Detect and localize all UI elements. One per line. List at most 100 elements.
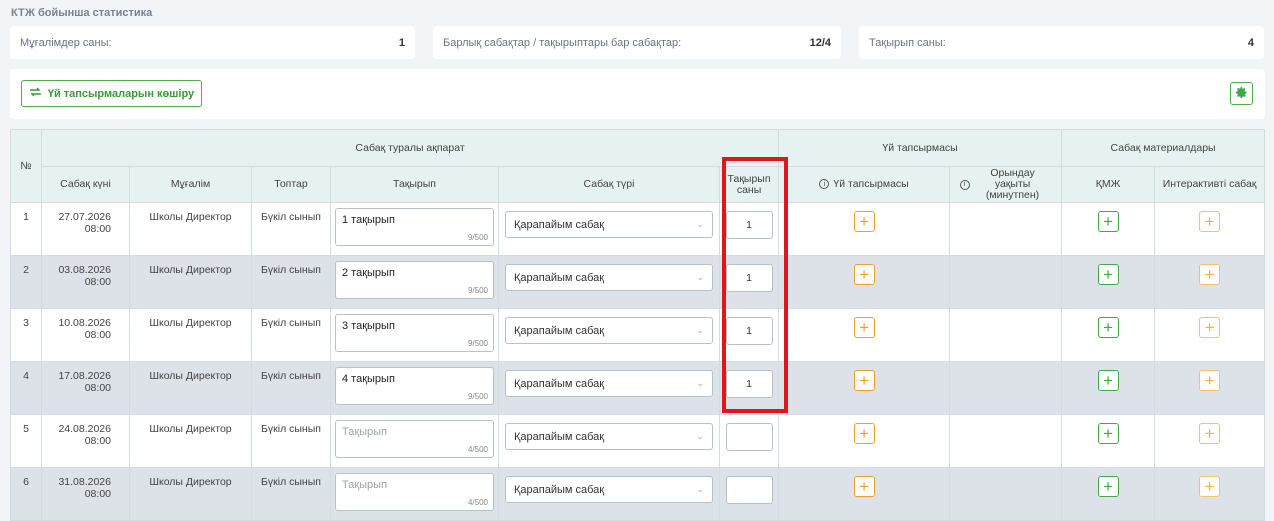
topic-count-value: 1	[746, 272, 752, 284]
lesson-type-select[interactable]: Қарапайым сабақ ⌄	[505, 370, 713, 397]
topic-cell: Тақырып 4/500	[330, 467, 499, 521]
lesson-type-select[interactable]: Қарапайым сабақ ⌄	[505, 211, 713, 238]
add-kmzh-button[interactable]: +	[1097, 264, 1119, 285]
lesson-type-cell: Қарапайым сабақ ⌄	[498, 467, 720, 521]
add-homework-button[interactable]: +	[853, 317, 875, 338]
topic-count-cell: 1	[718, 361, 780, 415]
col-lesson-type: Сабақ түрі	[498, 166, 720, 203]
topic-input[interactable]: Тақырып 4/500	[335, 420, 494, 458]
homework-cell: +	[778, 414, 951, 468]
lesson-type-select[interactable]: Қарапайым сабақ ⌄	[505, 423, 713, 450]
col-duration-label: Орындау уақыты (минутпен)	[985, 167, 1040, 201]
add-interactive-button[interactable]: +	[1199, 423, 1221, 444]
info-icon[interactable]: i	[819, 179, 830, 190]
topic-input[interactable]: 2 тақырып 9/500	[335, 261, 494, 299]
interactive-cell: +	[1154, 202, 1266, 256]
lesson-type-cell: Қарапайым сабақ ⌄	[498, 308, 720, 362]
topic-count-value: 1	[746, 325, 752, 337]
add-homework-button[interactable]: +	[853, 211, 875, 232]
topic-count-input[interactable]: 1	[725, 317, 773, 345]
table-row: 3 10.08.2026 08:00 Школы Директор Бүкіл сыны…	[10, 308, 1266, 362]
add-homework-button[interactable]: +	[853, 423, 875, 444]
add-interactive-button[interactable]: +	[1199, 264, 1221, 285]
col-topic: Тақырып	[330, 166, 499, 203]
add-interactive-button[interactable]: +	[1199, 370, 1221, 391]
lessons-table: № Сабақ туралы ақпарат Үй тапсырмасы Саб…	[10, 129, 1266, 521]
add-interactive-button[interactable]: +	[1199, 211, 1221, 232]
time-value: 08:00	[84, 435, 111, 447]
plus-icon: +	[859, 424, 870, 443]
copy-homework-button[interactable]: Үй тапсырмаларын көшіру	[21, 80, 202, 107]
add-kmzh-button[interactable]: +	[1097, 317, 1119, 338]
lesson-type-cell: Қарапайым сабақ ⌄	[498, 414, 720, 468]
add-kmzh-button[interactable]: +	[1097, 476, 1119, 497]
group-cell: Бүкіл сынып	[251, 255, 331, 309]
add-homework-button[interactable]: +	[853, 370, 875, 391]
homework-cell: +	[778, 202, 951, 256]
kmzh-cell: +	[1061, 361, 1156, 415]
plus-icon: +	[1103, 477, 1114, 496]
add-interactive-button[interactable]: +	[1199, 476, 1221, 497]
lesson-type-value: Қарапайым сабақ	[514, 324, 605, 337]
time-value: 08:00	[84, 382, 111, 394]
col-teacher: Мұғалім	[129, 166, 252, 203]
topic-count-input[interactable]: 1	[725, 264, 773, 292]
chevron-down-icon: ⌄	[696, 325, 704, 335]
date-value: 27.07.2026	[58, 211, 111, 223]
col-interactive: Интерактивті сабақ	[1154, 166, 1266, 203]
duration-cell	[949, 361, 1063, 415]
topic-count-input[interactable]	[725, 423, 773, 451]
settings-button[interactable]	[1230, 82, 1253, 105]
col-homework-label: Үй тапсырмасы	[833, 178, 909, 190]
plus-icon: +	[859, 265, 870, 284]
topic-text: Тақырып	[342, 479, 388, 491]
group-cell: Бүкіл сынып	[251, 467, 331, 521]
add-kmzh-button[interactable]: +	[1097, 370, 1119, 391]
topic-text: 4 тақырып	[342, 373, 395, 385]
chevron-down-icon: ⌄	[696, 484, 704, 494]
add-homework-button[interactable]: +	[853, 476, 875, 497]
topic-input[interactable]: Тақырып 4/500	[335, 473, 494, 511]
copy-homework-label: Үй тапсырмаларын көшіру	[47, 87, 195, 100]
topic-input[interactable]: 4 тақырып 9/500	[335, 367, 494, 405]
add-kmzh-button[interactable]: +	[1097, 211, 1119, 232]
col-topic-count: Тақырып саны	[718, 166, 780, 203]
table-row: 5 24.08.2026 08:00 Школы Директор Бүкіл сыны…	[10, 414, 1266, 468]
group-homework: Үй тапсырмасы	[778, 129, 1063, 167]
lesson-type-select[interactable]: Қарапайым сабақ ⌄	[505, 476, 713, 503]
lesson-type-select[interactable]: Қарапайым сабақ ⌄	[505, 264, 713, 291]
plus-icon: +	[1204, 318, 1215, 337]
col-homework: i Үй тапсырмасы	[778, 166, 951, 203]
char-counter: 4/500	[467, 498, 488, 507]
topic-count-input[interactable]	[725, 476, 773, 504]
stat-value: 4	[1247, 36, 1254, 49]
stat-teachers: Мұғалімдер саны: 1	[10, 26, 415, 59]
table-row: 1 27.07.2026 08:00 Школы Директор Бүкіл сыны…	[10, 202, 1266, 256]
add-interactive-button[interactable]: +	[1199, 317, 1221, 338]
lesson-type-value: Қарапайым сабақ	[514, 377, 605, 390]
topic-cell: 1 тақырып 9/500	[330, 202, 499, 256]
kmzh-cell: +	[1061, 308, 1156, 362]
add-homework-button[interactable]: +	[853, 264, 875, 285]
homework-cell: +	[778, 467, 951, 521]
info-icon[interactable]: i	[959, 179, 970, 190]
homework-cell: +	[778, 361, 951, 415]
topic-count-input[interactable]: 1	[725, 211, 773, 239]
toolbar: Үй тапсырмаларын көшіру	[10, 69, 1265, 119]
topic-count-input[interactable]: 1	[725, 370, 773, 398]
topic-count-cell: 1	[718, 255, 780, 309]
table-row: 6 31.08.2026 08:00 Школы Директор Бүкіл сыны…	[10, 467, 1266, 521]
topic-input[interactable]: 1 тақырып 9/500	[335, 208, 494, 246]
plus-icon: +	[1204, 265, 1215, 284]
add-kmzh-button[interactable]: +	[1097, 423, 1119, 444]
topic-input[interactable]: 3 тақырып 9/500	[335, 314, 494, 352]
table-row: 4 17.08.2026 08:00 Школы Директор Бүкіл сыны…	[10, 361, 1266, 415]
time-value: 08:00	[84, 488, 111, 500]
duration-cell	[949, 308, 1063, 362]
topic-cell: 3 тақырып 9/500	[330, 308, 499, 362]
duration-cell	[949, 255, 1063, 309]
lesson-type-select[interactable]: Қарапайым сабақ ⌄	[505, 317, 713, 344]
interactive-cell: +	[1154, 255, 1266, 309]
homework-cell: +	[778, 308, 951, 362]
lesson-date: 24.08.2026 08:00	[41, 414, 130, 468]
